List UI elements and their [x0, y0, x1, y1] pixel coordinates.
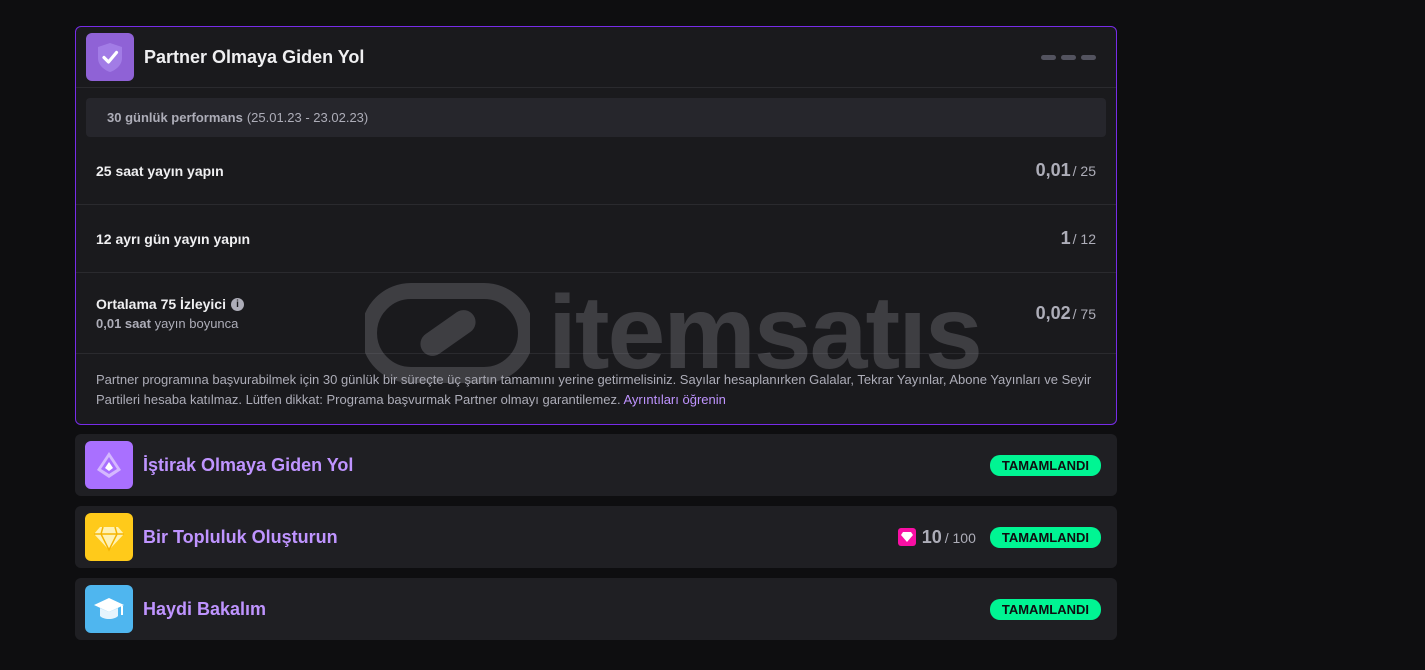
info-icon[interactable]: i	[230, 298, 244, 312]
progress-target: / 12	[1072, 231, 1096, 247]
partner-card-header[interactable]: Partner Olmaya Giden Yol	[76, 27, 1116, 88]
performance-label: 30 günlük performans	[107, 110, 243, 125]
requirement-progress: 0,02 / 75	[1036, 303, 1096, 324]
progress-target: / 100	[944, 529, 976, 546]
affiliate-emblem-icon	[85, 441, 133, 489]
progress-target: / 75	[1072, 305, 1096, 322]
performance-range: (25.01.23 - 23.02.23)	[246, 110, 369, 125]
graduation-cap-icon	[85, 585, 133, 633]
requirement-row-hours: 25 saat yayın yapın 0,01 / 25	[76, 137, 1116, 205]
performance-period: 30 günlük performans (25.01.23 - 23.02.2…	[86, 98, 1106, 137]
requirement-label: 12 ayrı gün yayın yapın	[96, 230, 251, 247]
partner-footnote: Partner programına başvurabilmek için 30…	[76, 354, 1116, 410]
requirement-progress: 0,01 / 25	[1036, 160, 1096, 181]
requirement-row-days: 12 ayrı gün yayın yapın 1 / 12	[76, 205, 1116, 273]
requirement-sub-value: 0,01 saat	[96, 315, 151, 331]
completed-badge: TAMAMLANDI	[989, 454, 1101, 476]
completed-badge: TAMAMLANDI	[989, 526, 1101, 548]
community-card[interactable]: Bir Topluluk Oluşturun 10 / 100 TAMAMLAN…	[75, 506, 1117, 568]
loading-dots-icon	[1041, 54, 1096, 60]
learn-more-link[interactable]: Ayrıntıları öğrenin	[623, 392, 725, 407]
getting-started-title: Haydi Bakalım	[143, 598, 267, 619]
requirement-row-viewers: Ortalama 75 İzleyici i 0,01 saat yayın bo…	[76, 273, 1116, 354]
requirement-subtext: 0,01 saat yayın boyunca	[96, 316, 244, 331]
checkmark-badge-icon	[86, 33, 134, 81]
affiliate-path-card[interactable]: İştirak Olmaya Giden Yol TAMAMLANDI	[75, 434, 1117, 496]
requirement-label: Ortalama 75 İzleyici	[96, 295, 226, 312]
partner-card-title: Partner Olmaya Giden Yol	[144, 46, 365, 67]
requirement-label-wrap: Ortalama 75 İzleyici i	[96, 296, 244, 312]
gem-icon	[897, 528, 916, 546]
requirement-label: 25 saat yayın yapın	[96, 162, 224, 179]
progress-current: 0,01	[1035, 160, 1071, 180]
community-card-title: Bir Topluluk Oluşturun	[143, 526, 338, 547]
affiliate-card-title: İştirak Olmaya Giden Yol	[143, 454, 354, 475]
getting-started-card[interactable]: Haydi Bakalım TAMAMLANDI	[75, 578, 1117, 640]
partner-path-card: Partner Olmaya Giden Yol 30 günlük perfo…	[75, 26, 1117, 425]
completed-badge: TAMAMLANDI	[989, 598, 1101, 620]
progress-current: 1	[1060, 228, 1071, 248]
progress-current: 0,02	[1035, 302, 1071, 323]
progress-current: 10	[921, 526, 942, 547]
footnote-text: Partner programına başvurabilmek için 30…	[96, 372, 1092, 407]
requirement-sub-text: yayın boyunca	[154, 315, 239, 331]
progress-target: / 25	[1072, 163, 1096, 179]
community-progress: 10 / 100	[897, 526, 976, 548]
diamond-icon	[85, 513, 133, 561]
requirement-text: Ortalama 75 İzleyici i 0,01 saat yayın bo…	[96, 296, 244, 331]
requirement-progress: 1 / 12	[1061, 228, 1096, 249]
